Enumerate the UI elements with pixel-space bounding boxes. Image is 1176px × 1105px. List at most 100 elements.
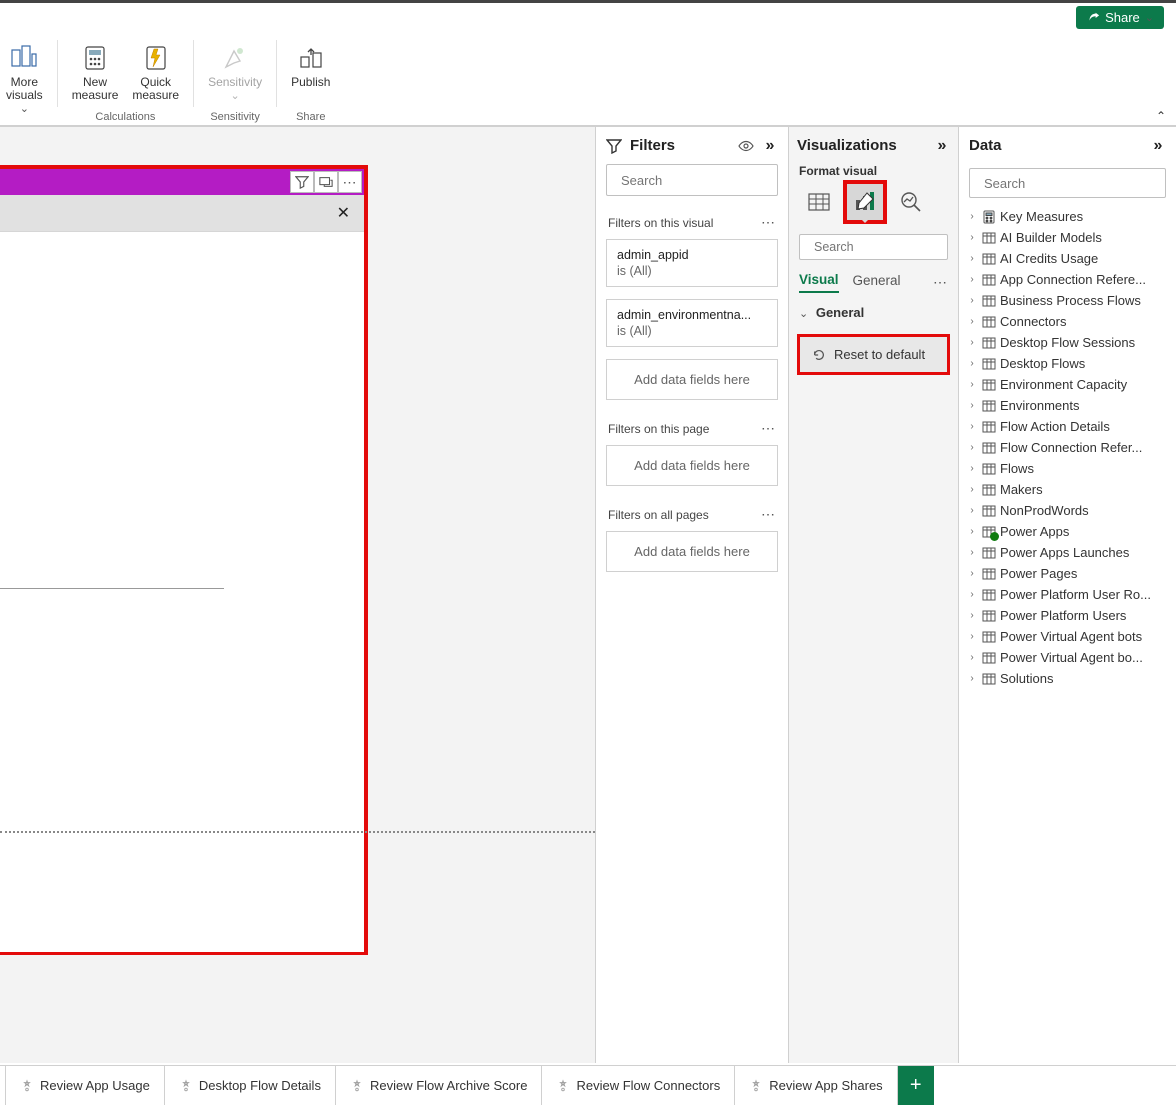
analytics-icon[interactable] xyxy=(891,182,931,222)
share-button[interactable]: Share ⌄ xyxy=(1076,6,1164,29)
format-search-input[interactable] xyxy=(814,240,975,254)
table-icon xyxy=(981,251,996,266)
data-tree-item[interactable]: ›Business Process Flows xyxy=(965,290,1170,311)
close-icon[interactable]: ✕ xyxy=(333,203,354,223)
visual-filter-icon[interactable] xyxy=(290,171,314,193)
filters-on-visual-header: Filters on this visual ⋯ xyxy=(596,206,788,235)
collapse-pane-icon[interactable]: » xyxy=(762,138,778,154)
table-icon xyxy=(981,587,996,602)
data-tree-item[interactable]: › Desktop Flow Sessions xyxy=(965,332,1170,353)
filters-page-dropzone[interactable]: Add data fields here xyxy=(606,445,778,486)
tab-general[interactable]: General xyxy=(853,273,901,292)
report-canvas[interactable]: ⋯ , and then in Power Apps Studio select… xyxy=(0,127,595,1063)
data-tree-item-label: Power Platform User Ro... xyxy=(1000,587,1151,602)
data-tree-item[interactable]: ›NonProdWords xyxy=(965,500,1170,521)
data-tree-item[interactable]: ›Flow Connection Refer... xyxy=(965,437,1170,458)
format-group-general[interactable]: ⌄ General xyxy=(789,295,958,324)
page-tab[interactable]: Review App Shares xyxy=(735,1066,897,1105)
more-visuals-icon xyxy=(8,42,40,74)
data-tree-item[interactable]: ›Makers xyxy=(965,479,1170,500)
chevron-right-icon: › xyxy=(967,463,977,474)
publish-button[interactable]: Publish xyxy=(285,40,336,91)
ribbon-group-sensitivity-label: Sensitivity xyxy=(194,111,276,123)
data-tree-item-label: Power Apps Launches xyxy=(1000,545,1129,560)
tab-visual[interactable]: Visual xyxy=(799,272,839,293)
data-tree-item[interactable]: ›Power Apps Launches xyxy=(965,542,1170,563)
power-apps-visual[interactable]: ⋯ , and then in Power Apps Studio select… xyxy=(0,165,368,955)
data-tree-item-label: Power Pages xyxy=(1000,566,1077,581)
data-tree-item-label: Key Measures xyxy=(1000,209,1083,224)
data-tree-item[interactable]: ›Power Platform Users xyxy=(965,605,1170,626)
eye-icon[interactable] xyxy=(738,138,754,154)
filters-all-dropzone[interactable]: Add data fields here xyxy=(606,531,778,572)
data-tree-item[interactable]: › Power Pages xyxy=(965,563,1170,584)
collapse-pane-icon[interactable]: » xyxy=(934,138,950,154)
data-tree-item[interactable]: ›AI Builder Models xyxy=(965,227,1170,248)
data-tree-item[interactable]: ›Key Measures xyxy=(965,206,1170,227)
visual-more-icon[interactable]: ⋯ xyxy=(338,171,362,193)
canvas-page-boundary xyxy=(0,831,595,833)
data-tree-item[interactable]: ›Flows xyxy=(965,458,1170,479)
sensitivity-icon xyxy=(219,42,251,74)
data-tree-item[interactable]: ›Environment Capacity xyxy=(965,374,1170,395)
data-search[interactable] xyxy=(969,168,1166,198)
format-search[interactable] xyxy=(799,234,948,260)
page-tab[interactable]: Review Flow Connectors xyxy=(542,1066,735,1105)
data-tree-item-label: Solutions xyxy=(1000,671,1053,686)
new-measure-button[interactable]: New measure xyxy=(66,40,125,104)
data-tree-item-label: Power Virtual Agent bo... xyxy=(1000,650,1143,665)
data-tree-item[interactable]: ›Power Virtual Agent bots xyxy=(965,626,1170,647)
filters-on-visual-label: Filters on this visual xyxy=(608,216,713,230)
filter-card[interactable]: admin_environmentna... is (All) xyxy=(606,299,778,347)
chevron-down-icon: ⌄ xyxy=(1145,11,1154,24)
filter-name: admin_appid xyxy=(617,248,767,262)
data-tree-item[interactable]: ›Power Apps xyxy=(965,521,1170,542)
table-icon xyxy=(981,440,996,455)
more-icon[interactable]: ⋯ xyxy=(761,420,776,437)
data-tree-item-label: AI Builder Models xyxy=(1000,230,1102,245)
share-label: Share xyxy=(1105,10,1140,25)
more-icon[interactable]: ⋯ xyxy=(933,274,948,291)
data-tree-item[interactable]: ›Connectors xyxy=(965,311,1170,332)
data-tree-item[interactable]: ›Flow Action Details xyxy=(965,416,1170,437)
data-tree-item-label: Desktop Flow Sessions xyxy=(1000,335,1135,350)
page-tab[interactable]: Review App Usage xyxy=(6,1066,165,1105)
page-tab[interactable]: Review Flow Archive Score xyxy=(336,1066,543,1105)
data-tree-item[interactable]: ›Power Platform User Ro... xyxy=(965,584,1170,605)
data-tree-item-label: Power Platform Users xyxy=(1000,608,1126,623)
data-tree-item[interactable]: ›Desktop Flows xyxy=(965,353,1170,374)
collapse-pane-icon[interactable]: » xyxy=(1150,138,1166,154)
data-tree-item[interactable]: ›Environments xyxy=(965,395,1170,416)
filter-card[interactable]: admin_appid is (All) xyxy=(606,239,778,287)
data-tree-item[interactable]: ›AI Credits Usage xyxy=(965,248,1170,269)
format-visual-icon[interactable] xyxy=(845,182,885,222)
data-tree-item[interactable]: ›Power Virtual Agent bo... xyxy=(965,647,1170,668)
format-visual-label: Format visual xyxy=(789,164,958,182)
table-icon xyxy=(981,314,996,329)
filters-visual-dropzone[interactable]: Add data fields here xyxy=(606,359,778,400)
filter-state: is (All) xyxy=(617,264,767,278)
page-tab[interactable]: Desktop Flow Details xyxy=(165,1066,336,1105)
data-search-input[interactable] xyxy=(984,176,1160,191)
chevron-right-icon: › xyxy=(967,568,977,579)
more-visuals-button[interactable]: More visuals ⌄ xyxy=(0,40,49,117)
filters-search-input[interactable] xyxy=(621,173,797,188)
visual-focus-icon[interactable] xyxy=(314,171,338,193)
data-tree-item[interactable]: ›Solutions xyxy=(965,668,1170,689)
ribbon-group-share: Publish Share xyxy=(277,34,344,125)
chevron-right-icon: › xyxy=(967,358,977,369)
workspace: ⋯ , and then in Power Apps Studio select… xyxy=(0,126,1176,1063)
data-tree-item[interactable]: ›App Connection Refere... xyxy=(965,269,1170,290)
more-icon[interactable]: ⋯ xyxy=(761,214,776,231)
reset-to-default-button[interactable]: Reset to default xyxy=(797,334,950,375)
add-page-button[interactable]: + xyxy=(898,1066,934,1105)
chevron-right-icon: › xyxy=(967,337,977,348)
filters-on-all-label: Filters on all pages xyxy=(608,508,709,522)
filters-search[interactable] xyxy=(606,164,778,196)
build-visual-icon[interactable] xyxy=(799,182,839,222)
format-group-general-label: General xyxy=(816,305,864,320)
more-icon[interactable]: ⋯ xyxy=(761,506,776,523)
ribbon-collapse-button[interactable]: ⌃ xyxy=(1156,109,1166,123)
quick-measure-button[interactable]: Quick measure xyxy=(126,40,185,104)
table-icon xyxy=(981,419,996,434)
